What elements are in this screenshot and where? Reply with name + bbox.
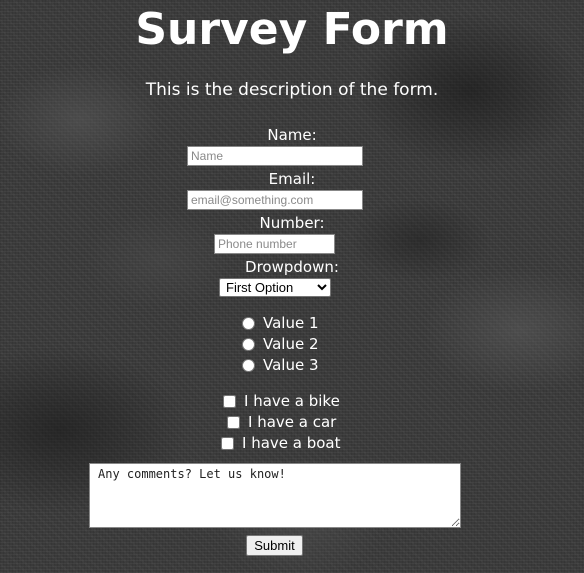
radio-button-2[interactable] [242,337,255,351]
dropdown-label: Drowpdown: [245,258,339,276]
dropdown-select[interactable]: First Option [219,278,331,297]
checkbox-option-boat[interactable]: I have a boat [221,433,341,453]
radio-label-2: Value 2 [263,335,319,353]
number-label: Number: [259,214,325,232]
checkbox-label-car: I have a car [248,413,337,431]
page-title: Survey Form [135,4,449,55]
submit-button[interactable]: Submit [246,535,303,556]
checkbox-car[interactable] [227,415,240,429]
radio-option-1[interactable]: Value 1 [242,313,319,333]
checkbox-bike[interactable] [223,394,236,408]
checkbox-option-car[interactable]: I have a car [227,412,336,432]
comments-textarea[interactable] [89,463,461,528]
name-label: Name: [267,126,317,144]
name-input[interactable] [187,146,363,166]
radio-label-3: Value 3 [263,356,319,374]
radio-option-3[interactable]: Value 3 [242,355,319,375]
radio-button-3[interactable] [242,358,255,372]
checkbox-label-bike: I have a bike [244,392,340,410]
email-input[interactable] [187,190,363,210]
radio-group: Value 1 Value 2 Value 3 [242,313,319,375]
form-description: This is the description of the form. [145,80,439,100]
email-label: Email: [268,170,316,188]
checkbox-label-boat: I have a boat [242,434,341,452]
radio-label-1: Value 1 [263,314,319,332]
radio-button-1[interactable] [242,316,255,330]
checkbox-boat[interactable] [221,436,234,450]
radio-option-2[interactable]: Value 2 [242,334,319,354]
checkbox-option-bike[interactable]: I have a bike [223,391,340,411]
phone-number-input[interactable] [214,234,335,254]
survey-page: { "header": { "title": "Survey Form", "d… [0,0,584,573]
